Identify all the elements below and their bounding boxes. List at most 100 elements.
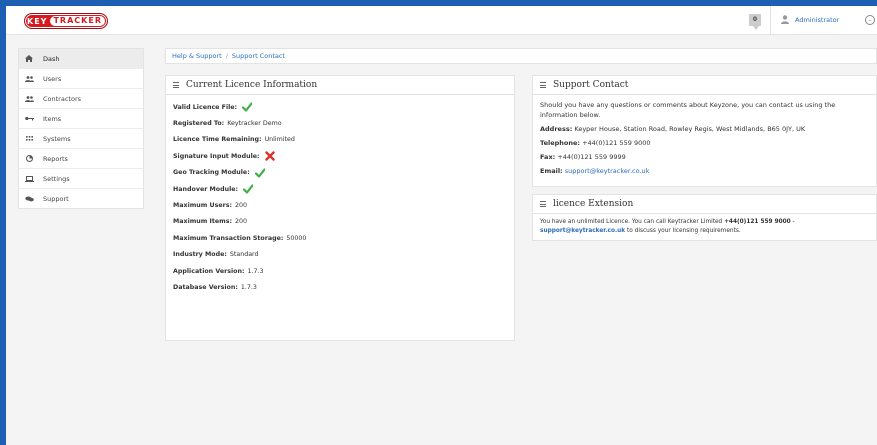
logo-key-text: KEY (27, 16, 48, 26)
address-label: Address: (540, 125, 573, 133)
check-icon (243, 184, 254, 194)
users-icon (24, 75, 34, 83)
licence-row-label: Registered To: (173, 120, 225, 128)
sidebar-item-label: Items (43, 114, 62, 123)
licence-row-value: 1.7.3 (247, 267, 264, 275)
contractors-icon (24, 95, 34, 103)
licence-row-value: 1.7.3 (240, 283, 257, 291)
licence-extension-panel: licence Extension You have an unlimited … (532, 194, 877, 241)
licence-row-label: Database Version: (173, 283, 238, 291)
user-icon (781, 15, 789, 24)
licence-row: Valid Licence File: (173, 99, 507, 115)
support-contact-body: Should you have any questions or comment… (533, 95, 876, 185)
licence-row: Signature Input Module: (173, 148, 507, 164)
sidebar-item-items[interactable]: Items (19, 109, 143, 129)
fax-value: +44(0)121 559 9999 (557, 153, 626, 161)
email-link[interactable]: support@keytracker.co.uk (565, 167, 650, 175)
licence-panel-header: Current Licence Information (166, 76, 514, 95)
sidebar-item-label: Users (43, 74, 62, 83)
sidebar: Dash Users Contractors Items Systems Rep… (18, 48, 144, 209)
licence-row-value: 200 (234, 218, 248, 226)
sidebar-item-settings[interactable]: Settings (19, 169, 143, 189)
licence-panel: Current Licence Information Valid Licenc… (165, 75, 515, 341)
breadcrumb-support-contact[interactable]: Support Contact (232, 52, 285, 60)
sidebar-item-label: Contractors (43, 94, 81, 103)
licence-row-label: Industry Mode: (173, 251, 227, 259)
support-email: Email: support@keytracker.co.uk (540, 166, 869, 176)
menu-icon (540, 81, 546, 90)
sidebar-item-support[interactable]: Support (19, 189, 143, 208)
licence-row-label: Geo Tracking Module: (173, 169, 250, 177)
extension-email-link[interactable]: support@keytracker.co.uk (540, 228, 625, 234)
licence-row: Database Version: 1.7.3 (173, 279, 507, 295)
logo-tracker-text: TRACKER (50, 16, 105, 26)
sidebar-item-users[interactable]: Users (19, 69, 143, 89)
support-intro: Should you have any questions or comment… (540, 101, 836, 119)
licence-row-value: Keytracker Demo (227, 120, 282, 128)
telephone-value: +44(0)121 559 9000 (582, 139, 651, 147)
extension-text-after: to discuss your licensing requirements. (625, 227, 741, 234)
licence-row-label: Handover Module: (173, 185, 239, 193)
sidebar-item-dash[interactable]: Dash (19, 49, 143, 69)
support-address: Address: Keyper House, Station Road, Row… (540, 124, 869, 134)
notification-badge[interactable]: 0 (749, 14, 761, 26)
sidebar-item-label: Systems (43, 134, 71, 143)
keytracker-logo[interactable]: KEY TRACKER (24, 13, 108, 29)
licence-row: Maximum Items: 200 (173, 214, 507, 230)
licence-row-value: Unlimited (264, 136, 295, 144)
extension-panel-title: licence Extension (553, 199, 634, 209)
breadcrumb-separator: / (225, 52, 228, 60)
user-menu[interactable]: Administrator ⌄ (770, 6, 877, 34)
check-icon (242, 102, 253, 112)
cross-icon (264, 151, 275, 162)
licence-row: Licence Time Remaining: Unlimited (173, 132, 507, 148)
licence-row-label: Application Version: (173, 267, 245, 275)
licence-row-label: Maximum Users: (173, 202, 233, 210)
licence-row-label: Maximum Transaction Storage: (173, 234, 284, 242)
home-icon (24, 55, 34, 63)
support-fax: Fax: +44(0)121 559 9999 (540, 152, 869, 162)
fax-label: Fax: (540, 153, 556, 161)
notification-badge-tip (753, 26, 759, 30)
licence-row-label: Maximum Items: (173, 218, 232, 226)
extension-text-before: You have an unlimited Licence. You can c… (540, 219, 725, 225)
support-telephone: Telephone: +44(0)121 559 9000 (540, 138, 869, 148)
licence-row-label: Signature Input Module: (173, 152, 260, 160)
licence-row: Geo Tracking Module: (173, 165, 507, 181)
licence-panel-title: Current Licence Information (186, 80, 318, 90)
licence-row: Industry Mode: Standard (173, 247, 507, 263)
sidebar-item-label: Settings (43, 174, 70, 183)
menu-icon (540, 200, 546, 209)
email-label: Email: (540, 167, 563, 175)
extension-text-dash: - (790, 219, 795, 225)
support-contact-panel: Support Contact Should you have any ques… (532, 75, 877, 187)
sidebar-item-contractors[interactable]: Contractors (19, 89, 143, 109)
key-icon (24, 115, 34, 123)
user-name[interactable]: Administrator (795, 16, 839, 24)
telephone-label: Telephone: (540, 139, 580, 147)
support-panel-header: Support Contact (533, 76, 876, 95)
licence-row: Handover Module: (173, 181, 507, 197)
licence-row-value: Standard (229, 251, 259, 259)
licence-list: Valid Licence File: Registered To: Keytr… (166, 95, 514, 300)
breadcrumb-help-support[interactable]: Help & Support (172, 52, 222, 60)
sidebar-item-label: Dash (43, 54, 60, 63)
licence-row-value: 50000 (286, 234, 307, 242)
pie-chart-icon (24, 155, 34, 163)
licence-row: Maximum Users: 200 (173, 197, 507, 213)
app-frame: KEY TRACKER 0 Administrator ⌄ Dash Users (6, 6, 877, 445)
licence-row-label: Valid Licence File: (173, 103, 238, 111)
chat-icon (24, 195, 34, 203)
chevron-down-icon[interactable]: ⌄ (865, 15, 875, 25)
support-panel-title: Support Contact (553, 80, 629, 90)
address-value: Keyper House, Station Road, Rowley Regis… (574, 125, 806, 133)
sidebar-item-systems[interactable]: Systems (19, 129, 143, 149)
sidebar-item-label: Reports (43, 154, 68, 163)
extension-body: You have an unlimited Licence. You can c… (533, 214, 876, 239)
check-icon (254, 168, 265, 178)
licence-row: Registered To: Keytracker Demo (173, 115, 507, 131)
extension-phone: +44(0)121 559 9000 (724, 219, 791, 225)
sidebar-item-reports[interactable]: Reports (19, 149, 143, 169)
licence-row: Application Version: 1.7.3 (173, 263, 507, 279)
licence-row: Maximum Transaction Storage: 50000 (173, 230, 507, 246)
